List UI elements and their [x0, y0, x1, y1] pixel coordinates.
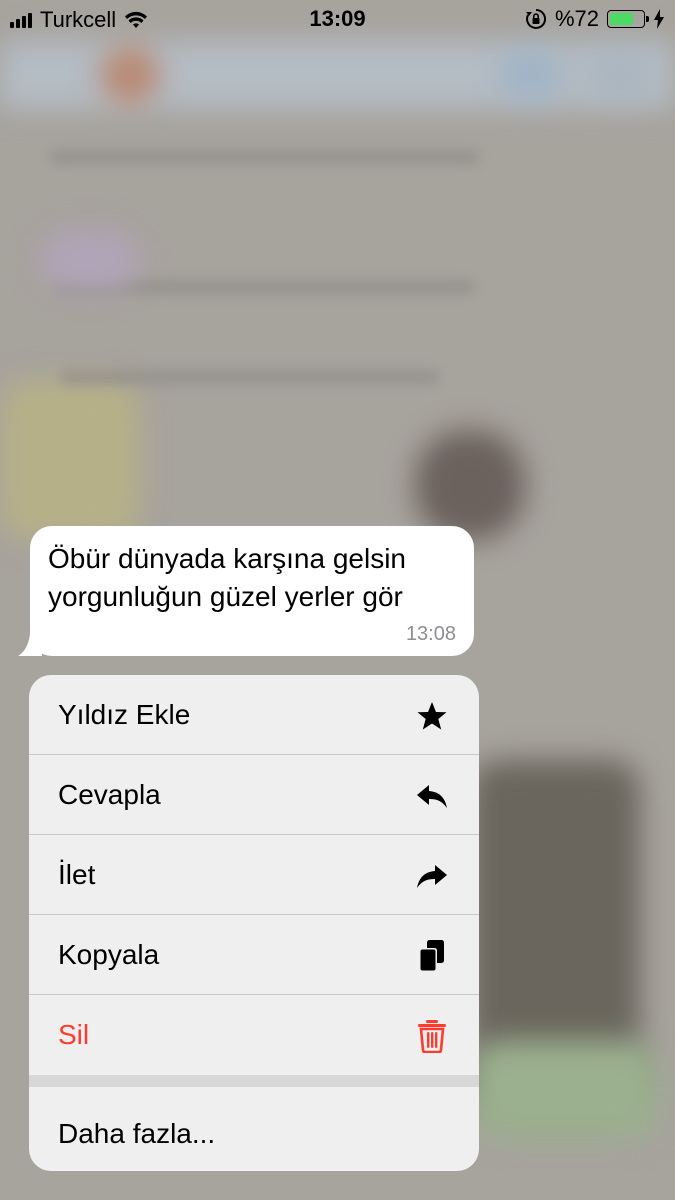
menu-item-forward[interactable]: İlet	[29, 835, 479, 915]
menu-separator	[29, 1075, 479, 1087]
blurred-sticker	[40, 230, 140, 290]
menu-item-copy[interactable]: Kopyala	[29, 915, 479, 995]
blurred-photo	[415, 430, 525, 540]
message-action-menu: Yıldız Ekle Cevapla İlet Kopyala Sil Dah…	[29, 675, 479, 1171]
menu-item-delete[interactable]: Sil	[29, 995, 479, 1075]
reply-icon	[417, 785, 447, 808]
status-bar: Turkcell 13:09 %72	[0, 0, 675, 38]
menu-item-label: Daha fazla...	[58, 1118, 216, 1149]
message-line: Öbür dünyada karşına gelsin	[48, 543, 406, 574]
blurred-media-bubble	[470, 1040, 660, 1140]
charging-bolt-icon	[654, 9, 664, 29]
trash-icon	[418, 1020, 446, 1053]
battery-fill	[610, 13, 634, 25]
rotation-lock-icon	[525, 8, 546, 29]
message-text: Öbür dünyada karşına gelsin yorgunluğun …	[48, 540, 456, 616]
menu-item-label: Yıldız Ekle	[58, 698, 191, 730]
menu-item-reply[interactable]: Cevapla	[29, 755, 479, 835]
battery-icon	[607, 10, 649, 28]
blurred-header-icon	[590, 50, 650, 100]
menu-item-more[interactable]: Daha fazla...	[29, 1087, 479, 1171]
blurred-avatar	[100, 45, 160, 105]
status-right: %72	[525, 6, 665, 32]
blurred-header-icon	[500, 50, 560, 100]
message-timestamp: 13:08	[405, 623, 456, 645]
menu-item-label: Sil	[58, 1019, 90, 1050]
blurred-image	[0, 380, 140, 540]
star-icon	[417, 702, 447, 730]
menu-item-label: Kopyala	[58, 938, 160, 970]
forward-icon	[417, 865, 447, 888]
copy-icon	[419, 940, 444, 972]
menu-item-label: Cevapla	[58, 778, 161, 810]
battery-percent: %72	[554, 6, 599, 31]
menu-item-label: İlet	[58, 858, 96, 890]
message-bubble[interactable]: Öbür dünyada karşına gelsin yorgunluğun …	[30, 526, 474, 656]
message-line: yorgunluğun güzel yerler gör	[48, 581, 403, 612]
menu-item-star[interactable]: Yıldız Ekle	[29, 675, 479, 755]
